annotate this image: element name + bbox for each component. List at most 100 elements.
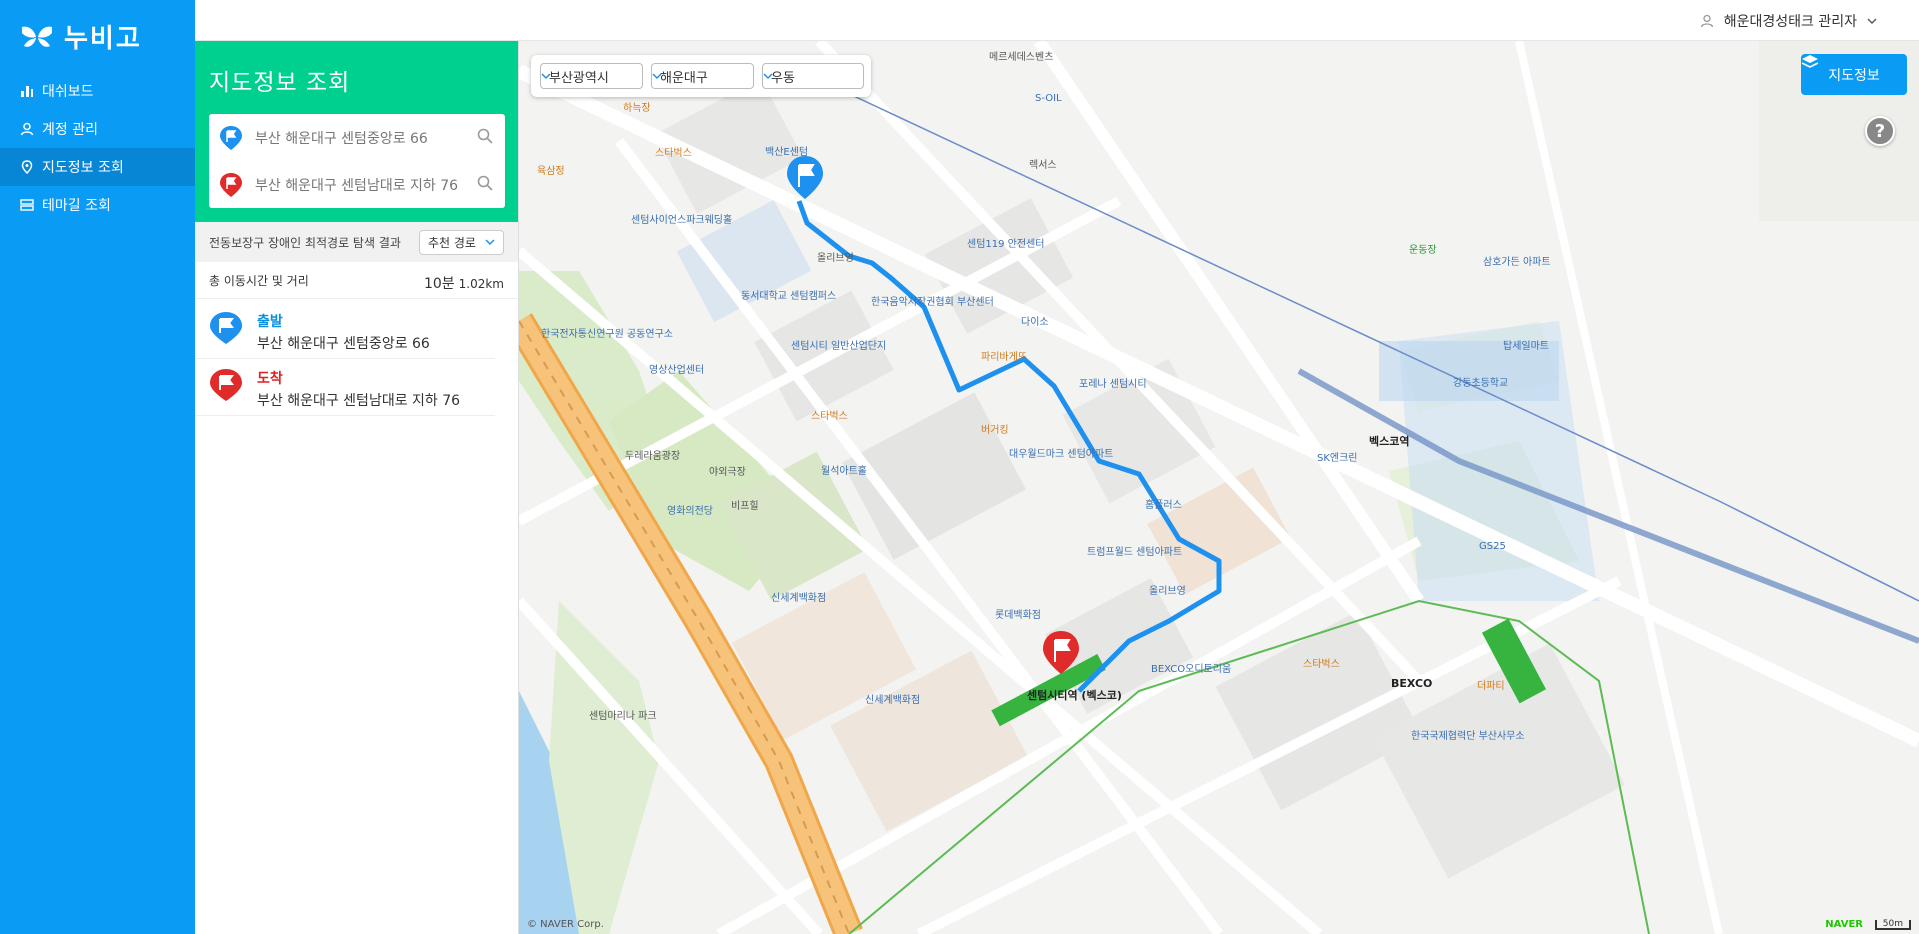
start-address: 부산 해운대구 센텀중앙로 66: [257, 336, 430, 352]
sidebar-item-dashboard[interactable]: 대쉬보드: [0, 72, 195, 110]
sidebar-item-map-info[interactable]: 지도정보 조회: [0, 148, 195, 186]
region-filter-bar: 부산광역시 해운대구 우동: [531, 55, 871, 97]
brand-logo[interactable]: 누비고: [20, 18, 142, 55]
help-button[interactable]: ?: [1865, 116, 1895, 146]
sidebar-item-theme-route[interactable]: 테마길 조회: [0, 186, 195, 224]
map-label: 백산E센텀: [765, 147, 809, 158]
top-bar: 해운대경성태크 관리자: [195, 0, 1919, 41]
chevron-down-icon: [1867, 18, 1877, 24]
map-label: 올리브영: [1149, 586, 1186, 597]
route-option-value: 추천 경로: [428, 236, 476, 250]
user-menu[interactable]: 해운대경성태크 관리자: [1700, 11, 1877, 31]
map-label: 스타벅스: [655, 148, 692, 159]
chevron-down-icon: [763, 73, 773, 80]
sidebar-item-label: 테마길 조회: [42, 198, 111, 214]
sidebar-item-label: 지도정보 조회: [42, 160, 124, 176]
sidebar: 누비고 대쉬보드 계정 관리 지도정보 조회 테마길 조회: [0, 0, 195, 934]
map-label: 벡스코역: [1369, 435, 1410, 448]
map-label: 센텀마리나 파크: [589, 711, 657, 722]
end-point-item[interactable]: 도착 부산 해운대구 센텀남대로 지하 76: [195, 356, 518, 416]
panel-header: 지도정보 조회 부산 해운대구 센텀중앙로 66 부산 해운대구 센텀남대로 지…: [195, 41, 518, 222]
map-label: 포레나 센텀시티: [1079, 379, 1147, 390]
map-label: 센텀시티역 (벡스코): [1027, 689, 1122, 702]
map-pin-icon: [20, 160, 34, 174]
map-label: 영화의전당: [667, 506, 713, 517]
sidebar-nav: 대쉬보드 계정 관리 지도정보 조회 테마길 조회: [0, 72, 195, 224]
start-search-row[interactable]: 부산 해운대구 센텀중앙로 66: [209, 114, 505, 161]
route-panel: 지도정보 조회 부산 해운대구 센텀중앙로 66 부산 해운대구 센텀남대로 지…: [195, 41, 519, 934]
total-values: 10분 1.02km: [424, 273, 504, 293]
map-label: 비프힐: [731, 501, 759, 512]
map-info-label: 지도정보: [1828, 67, 1880, 84]
map-label: 더파티: [1477, 681, 1505, 692]
map-view[interactable]: 하늑장 육삼정 스타벅스 백산E센텀 센텀사이언스파크웨딩홀 동서대학교 센텀캠…: [519, 41, 1919, 934]
map-label: 대우월드마크 센텀아파트: [1009, 449, 1114, 460]
sidebar-item-accounts[interactable]: 계정 관리: [0, 110, 195, 148]
map-label: S-OIL: [1035, 93, 1062, 104]
route-option-select[interactable]: 추천 경로: [419, 230, 504, 255]
sidebar-item-label: 대쉬보드: [42, 84, 94, 100]
map-label: 강동초등학교: [1453, 378, 1509, 389]
map-attribution: © NAVER Corp.: [527, 919, 604, 930]
map-label: 탑세일마트: [1503, 341, 1549, 352]
map-label: 파리바게뜨: [981, 352, 1027, 363]
butterfly-logo-icon: [22, 26, 52, 47]
map-label: 센텀119 안전센터: [967, 239, 1045, 250]
map-label: 신세계백화점: [865, 695, 921, 706]
map-label: 메르세데스벤츠: [989, 52, 1054, 63]
city-select[interactable]: 부산광역시: [540, 63, 643, 89]
start-point-item[interactable]: 출발 부산 해운대구 센텀중앙로 66: [195, 299, 518, 359]
map-label: GS25: [1479, 541, 1506, 552]
map-label: BEXCO: [1391, 677, 1433, 690]
start-flag-pin-icon: [220, 125, 242, 150]
chevron-down-icon: [541, 73, 551, 80]
map-label: BEXCO오디토리움: [1151, 664, 1232, 675]
map-label: SK엔크린: [1317, 453, 1358, 464]
map-label: 야외극장: [709, 467, 746, 478]
route-search-box: 부산 해운대구 센텀중앙로 66 부산 해운대구 센텀남대로 지하 76: [209, 114, 505, 208]
map-label: 스타벅스: [1303, 659, 1340, 670]
end-search-input[interactable]: 부산 해운대구 센텀남대로 지하 76: [255, 175, 458, 195]
map-label: 버거킹: [981, 425, 1009, 436]
map-label: 한국국제협력단 부산사무소: [1411, 731, 1525, 742]
dong-select[interactable]: 우동: [762, 63, 864, 89]
district-select[interactable]: 해운대구: [651, 63, 754, 89]
page-title: 지도정보 조회: [209, 70, 351, 96]
map-canvas[interactable]: [519, 41, 1919, 934]
map-label: 하늑장: [623, 103, 651, 114]
divider: [195, 415, 495, 416]
result-header: 전동보장구 장애인 최적경로 탐색 결과 추천 경로: [195, 222, 518, 262]
map-label: 운동장: [1409, 245, 1437, 256]
user-icon: [20, 122, 34, 136]
dong-select-value: 우동: [771, 70, 795, 86]
start-label: 출발: [257, 314, 283, 330]
end-search-row[interactable]: 부산 해운대구 센텀남대로 지하 76: [209, 161, 505, 208]
end-label: 도착: [257, 371, 283, 387]
map-label: 영상산업센터: [649, 365, 705, 376]
map-label: 육삼정: [537, 166, 565, 177]
map-label: 한국전자통신연구원 공동연구소: [541, 329, 673, 340]
total-distance: 1.02km: [458, 277, 504, 291]
map-start-marker[interactable]: [787, 156, 823, 199]
search-icon[interactable]: [477, 175, 493, 191]
total-summary: 총 이동시간 및 거리 10분 1.02km: [195, 262, 518, 299]
map-label: 삼호가든 아파트: [1483, 257, 1551, 268]
map-label: 동서대학교 센텀캠퍼스: [741, 291, 837, 302]
map-label: 센텀시티 일반산업단지: [791, 341, 887, 352]
start-search-input[interactable]: 부산 해운대구 센텀중앙로 66: [255, 128, 428, 148]
city-select-value: 부산광역시: [549, 70, 609, 86]
map-label: 스타벅스: [811, 411, 848, 422]
map-label: 트럼프월드 센텀아파트: [1087, 547, 1183, 558]
district-select-value: 해운대구: [660, 70, 708, 86]
end-point-text: 도착 부산 해운대구 센텀남대로 지하 76: [257, 368, 460, 410]
map-label: 홈플러스: [1145, 500, 1182, 511]
total-label: 총 이동시간 및 거리: [209, 273, 309, 288]
map-label: 롯데백화점: [995, 610, 1041, 621]
brand-name: 누비고: [64, 24, 142, 54]
start-point-text: 출발 부산 해운대구 센텀중앙로 66: [257, 311, 430, 353]
map-scale: 50m: [1874, 920, 1911, 930]
bar-chart-icon: [20, 84, 34, 98]
search-icon[interactable]: [477, 128, 493, 144]
map-label: 두레라움광장: [625, 451, 681, 462]
map-info-button[interactable]: 지도정보: [1801, 54, 1907, 95]
